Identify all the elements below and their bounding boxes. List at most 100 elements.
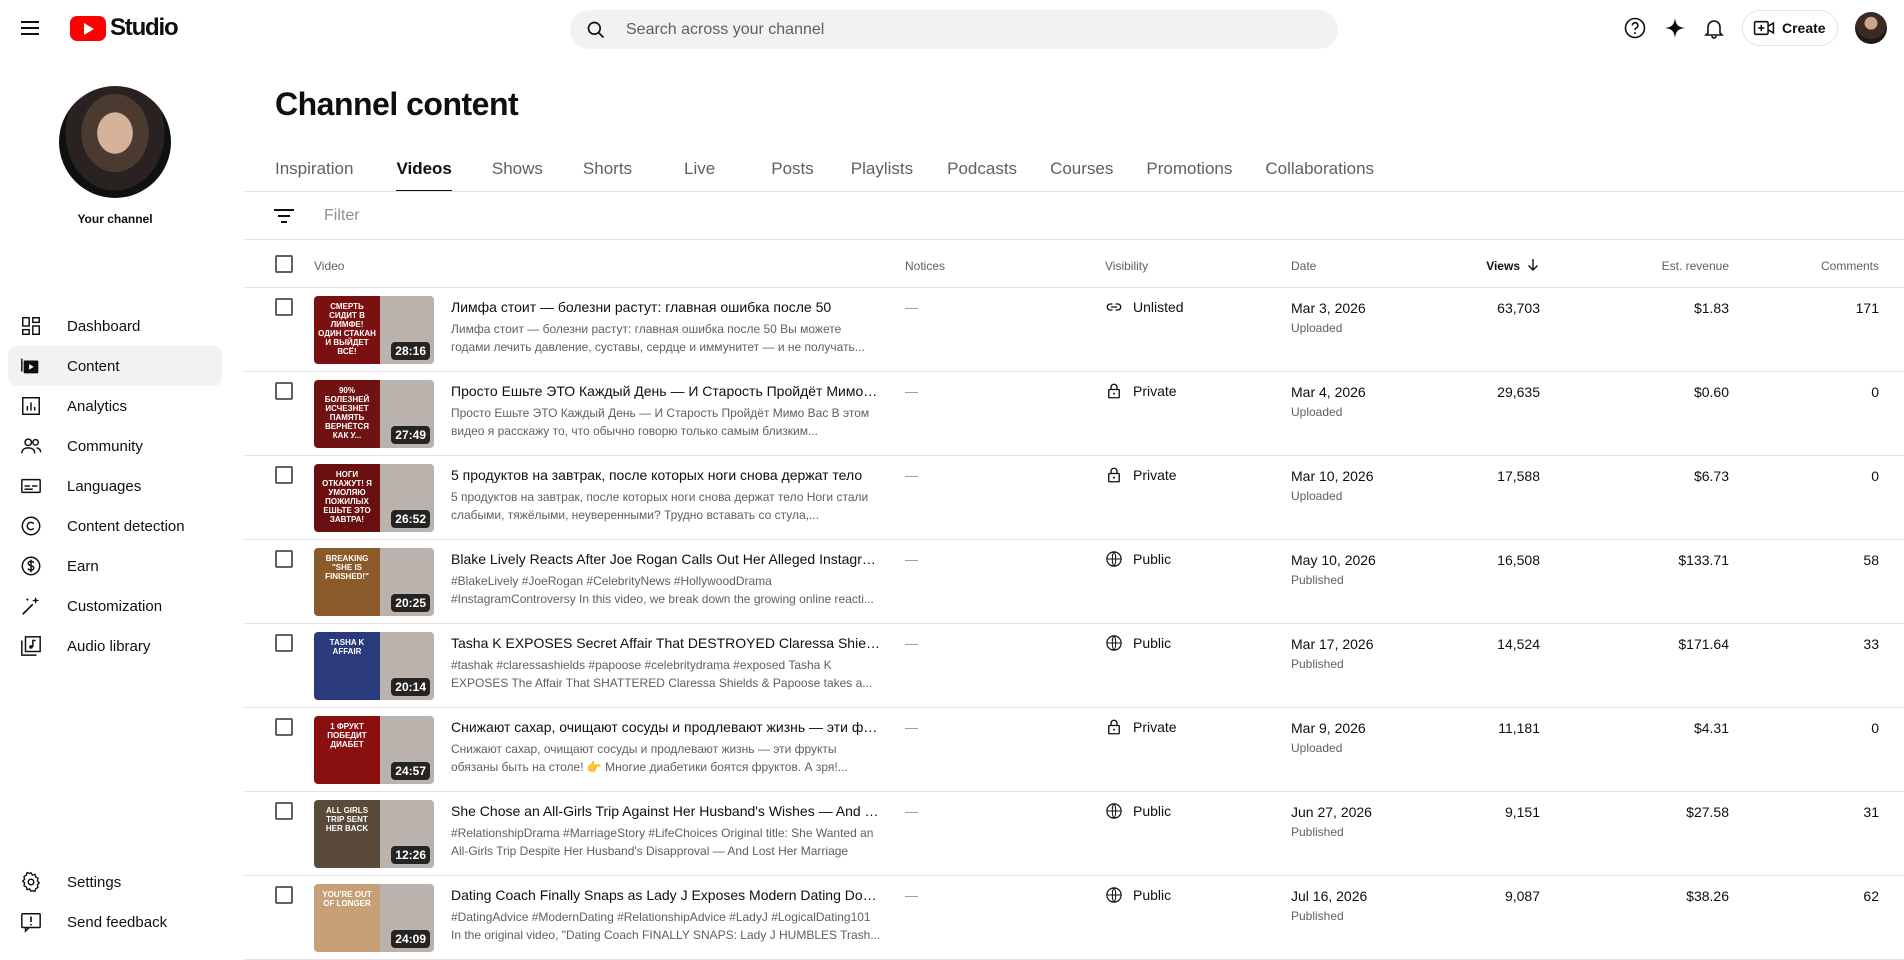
table-row[interactable]: 1 фрукт победит диабет 24:57 Снижают сахар… (244, 708, 1904, 792)
visibility-label: Unlisted (1133, 299, 1184, 315)
row-checkbox[interactable] (275, 802, 293, 820)
table-row[interactable]: Breaking "She is finished!" 20:25 Blake Li… (244, 540, 1904, 624)
sparkle-icon[interactable] (1663, 16, 1687, 40)
row-checkbox[interactable] (275, 718, 293, 736)
tab-shorts[interactable]: Shorts (583, 156, 632, 192)
comments-count[interactable]: 31 (1863, 804, 1879, 820)
visibility-dropdown[interactable]: Public (1105, 802, 1171, 820)
row-checkbox[interactable] (275, 382, 293, 400)
video-description: Просто Ешьте ЭТО Каждый День — И Старост… (451, 406, 870, 438)
table-row[interactable]: 90% болезней исчезнет память вернётся ка… (244, 372, 1904, 456)
tab-courses[interactable]: Courses (1050, 156, 1113, 192)
analytics-icon (22, 397, 40, 415)
filter-icon[interactable] (273, 206, 295, 226)
globe-icon (1106, 635, 1122, 651)
table-row[interactable]: You're out of longer 24:09 Dating Coach Fi… (244, 876, 1904, 960)
visibility-dropdown[interactable]: Unlisted (1105, 298, 1184, 316)
tab-posts[interactable]: Posts (771, 156, 814, 192)
row-checkbox[interactable] (275, 298, 293, 316)
sidebar-item-languages[interactable]: Languages (8, 466, 222, 506)
table-row[interactable]: All girls trip sent her back 12:26 She Cho… (244, 792, 1904, 876)
sidebar-item-send-feedback[interactable]: Send feedback (8, 902, 222, 942)
channel-avatar[interactable] (59, 86, 171, 198)
table-row[interactable]: Ноги откажут! Я умоляю пожилых ешьте это… (244, 456, 1904, 540)
video-title[interactable]: Dating Coach Finally Snaps as Lady J Exp… (451, 887, 881, 903)
hamburger-menu-icon[interactable] (18, 16, 42, 40)
search-input[interactable] (626, 10, 1316, 49)
search-icon[interactable] (586, 20, 606, 40)
row-checkbox[interactable] (275, 550, 293, 568)
visibility-dropdown[interactable]: Private (1105, 382, 1177, 400)
table-row[interactable]: Tasha K affair 20:14 Tasha K EXPOSES Secre… (244, 624, 1904, 708)
video-description: #tashak #claressashields #papoose #celeb… (451, 658, 873, 690)
video-thumbnail[interactable]: All girls trip sent her back 12:26 (314, 800, 434, 868)
video-title[interactable]: Снижают сахар, очищают сосуды и продлева… (451, 719, 881, 735)
video-title[interactable]: Blake Lively Reacts After Joe Rogan Call… (451, 551, 881, 567)
column-revenue[interactable]: Est. revenue (1662, 259, 1729, 273)
tab-shows[interactable]: Shows (492, 156, 543, 192)
comments-count[interactable]: 171 (1856, 300, 1879, 316)
visibility-dropdown[interactable]: Public (1105, 634, 1171, 652)
video-thumbnail[interactable]: Смерть сидит в лимфе! Один стакан и выйд… (314, 296, 434, 364)
row-checkbox[interactable] (275, 886, 293, 904)
tab-live[interactable]: Live (684, 156, 715, 192)
sidebar-item-dashboard[interactable]: Dashboard (8, 306, 222, 346)
tab-podcasts[interactable]: Podcasts (947, 156, 1017, 192)
sidebar-item-content-detection[interactable]: Content detection (8, 506, 222, 546)
comments-count[interactable]: 58 (1863, 552, 1879, 568)
video-title[interactable]: Просто Ешьте ЭТО Каждый День — И Старост… (451, 383, 881, 399)
comments-count[interactable]: 62 (1863, 888, 1879, 904)
column-visibility[interactable]: Visibility (1105, 259, 1148, 273)
table-row[interactable]: Смерть сидит в лимфе! Один стакан и выйд… (244, 288, 1904, 372)
visibility-dropdown[interactable]: Private (1105, 718, 1177, 736)
video-duration: 24:09 (391, 930, 430, 948)
column-views[interactable]: Views (1486, 259, 1540, 273)
video-title[interactable]: Лимфа стоит — болезни растут: главная ош… (451, 299, 881, 315)
video-duration: 20:14 (391, 678, 430, 696)
visibility-dropdown[interactable]: Private (1105, 466, 1177, 484)
sidebar-item-content[interactable]: Content (8, 346, 222, 386)
sidebar-item-earn[interactable]: Earn (8, 546, 222, 586)
studio-logo[interactable]: Studio (70, 14, 179, 42)
sidebar-item-settings[interactable]: Settings (8, 862, 222, 902)
row-checkbox[interactable] (275, 466, 293, 484)
visibility-dropdown[interactable]: Public (1105, 886, 1171, 904)
video-status: Uploaded (1291, 489, 1343, 503)
globe-icon (1106, 803, 1122, 819)
video-thumbnail[interactable]: 90% болезней исчезнет память вернётся ка… (314, 380, 434, 448)
tab-inspiration[interactable]: Inspiration (275, 156, 353, 192)
sidebar-item-customization[interactable]: Customization (8, 586, 222, 626)
video-thumbnail[interactable]: Breaking "She is finished!" 20:25 (314, 548, 434, 616)
help-icon[interactable] (1623, 16, 1647, 40)
video-title[interactable]: She Chose an All-Girls Trip Against Her … (451, 803, 881, 819)
row-checkbox[interactable] (275, 634, 293, 652)
notice-value: — (905, 468, 918, 483)
sidebar-item-community[interactable]: Community (8, 426, 222, 466)
tab-collaborations[interactable]: Collaborations (1265, 156, 1374, 192)
comments-count[interactable]: 0 (1871, 720, 1879, 736)
tab-playlists[interactable]: Playlists (851, 156, 913, 192)
filter-input[interactable] (324, 200, 824, 232)
views-count: 11,181 (1498, 720, 1540, 736)
account-avatar[interactable] (1855, 12, 1887, 44)
tab-videos[interactable]: Videos (396, 156, 453, 192)
video-thumbnail[interactable]: 1 фрукт победит диабет 24:57 (314, 716, 434, 784)
video-title[interactable]: Tasha K EXPOSES Secret Affair That DESTR… (451, 635, 881, 651)
bell-icon[interactable] (1702, 16, 1726, 40)
tab-promotions[interactable]: Promotions (1146, 156, 1232, 192)
select-all-checkbox[interactable] (275, 255, 293, 273)
comments-count[interactable]: 33 (1863, 636, 1879, 652)
visibility-dropdown[interactable]: Public (1105, 550, 1171, 568)
column-date[interactable]: Date (1291, 259, 1316, 273)
comments-count[interactable]: 0 (1871, 468, 1879, 484)
sidebar-item-label: Settings (67, 873, 122, 891)
sidebar-item-audio-library[interactable]: Audio library (8, 626, 222, 666)
column-comments[interactable]: Comments (1821, 259, 1879, 273)
comments-count[interactable]: 0 (1871, 384, 1879, 400)
video-thumbnail[interactable]: Tasha K affair 20:14 (314, 632, 434, 700)
sidebar-item-analytics[interactable]: Analytics (8, 386, 222, 426)
create-button[interactable]: Create (1742, 10, 1838, 46)
video-thumbnail[interactable]: Ноги откажут! Я умоляю пожилых ешьте это… (314, 464, 434, 532)
video-title[interactable]: 5 продуктов на завтрак, после которых но… (451, 467, 881, 483)
video-thumbnail[interactable]: You're out of longer 24:09 (314, 884, 434, 952)
